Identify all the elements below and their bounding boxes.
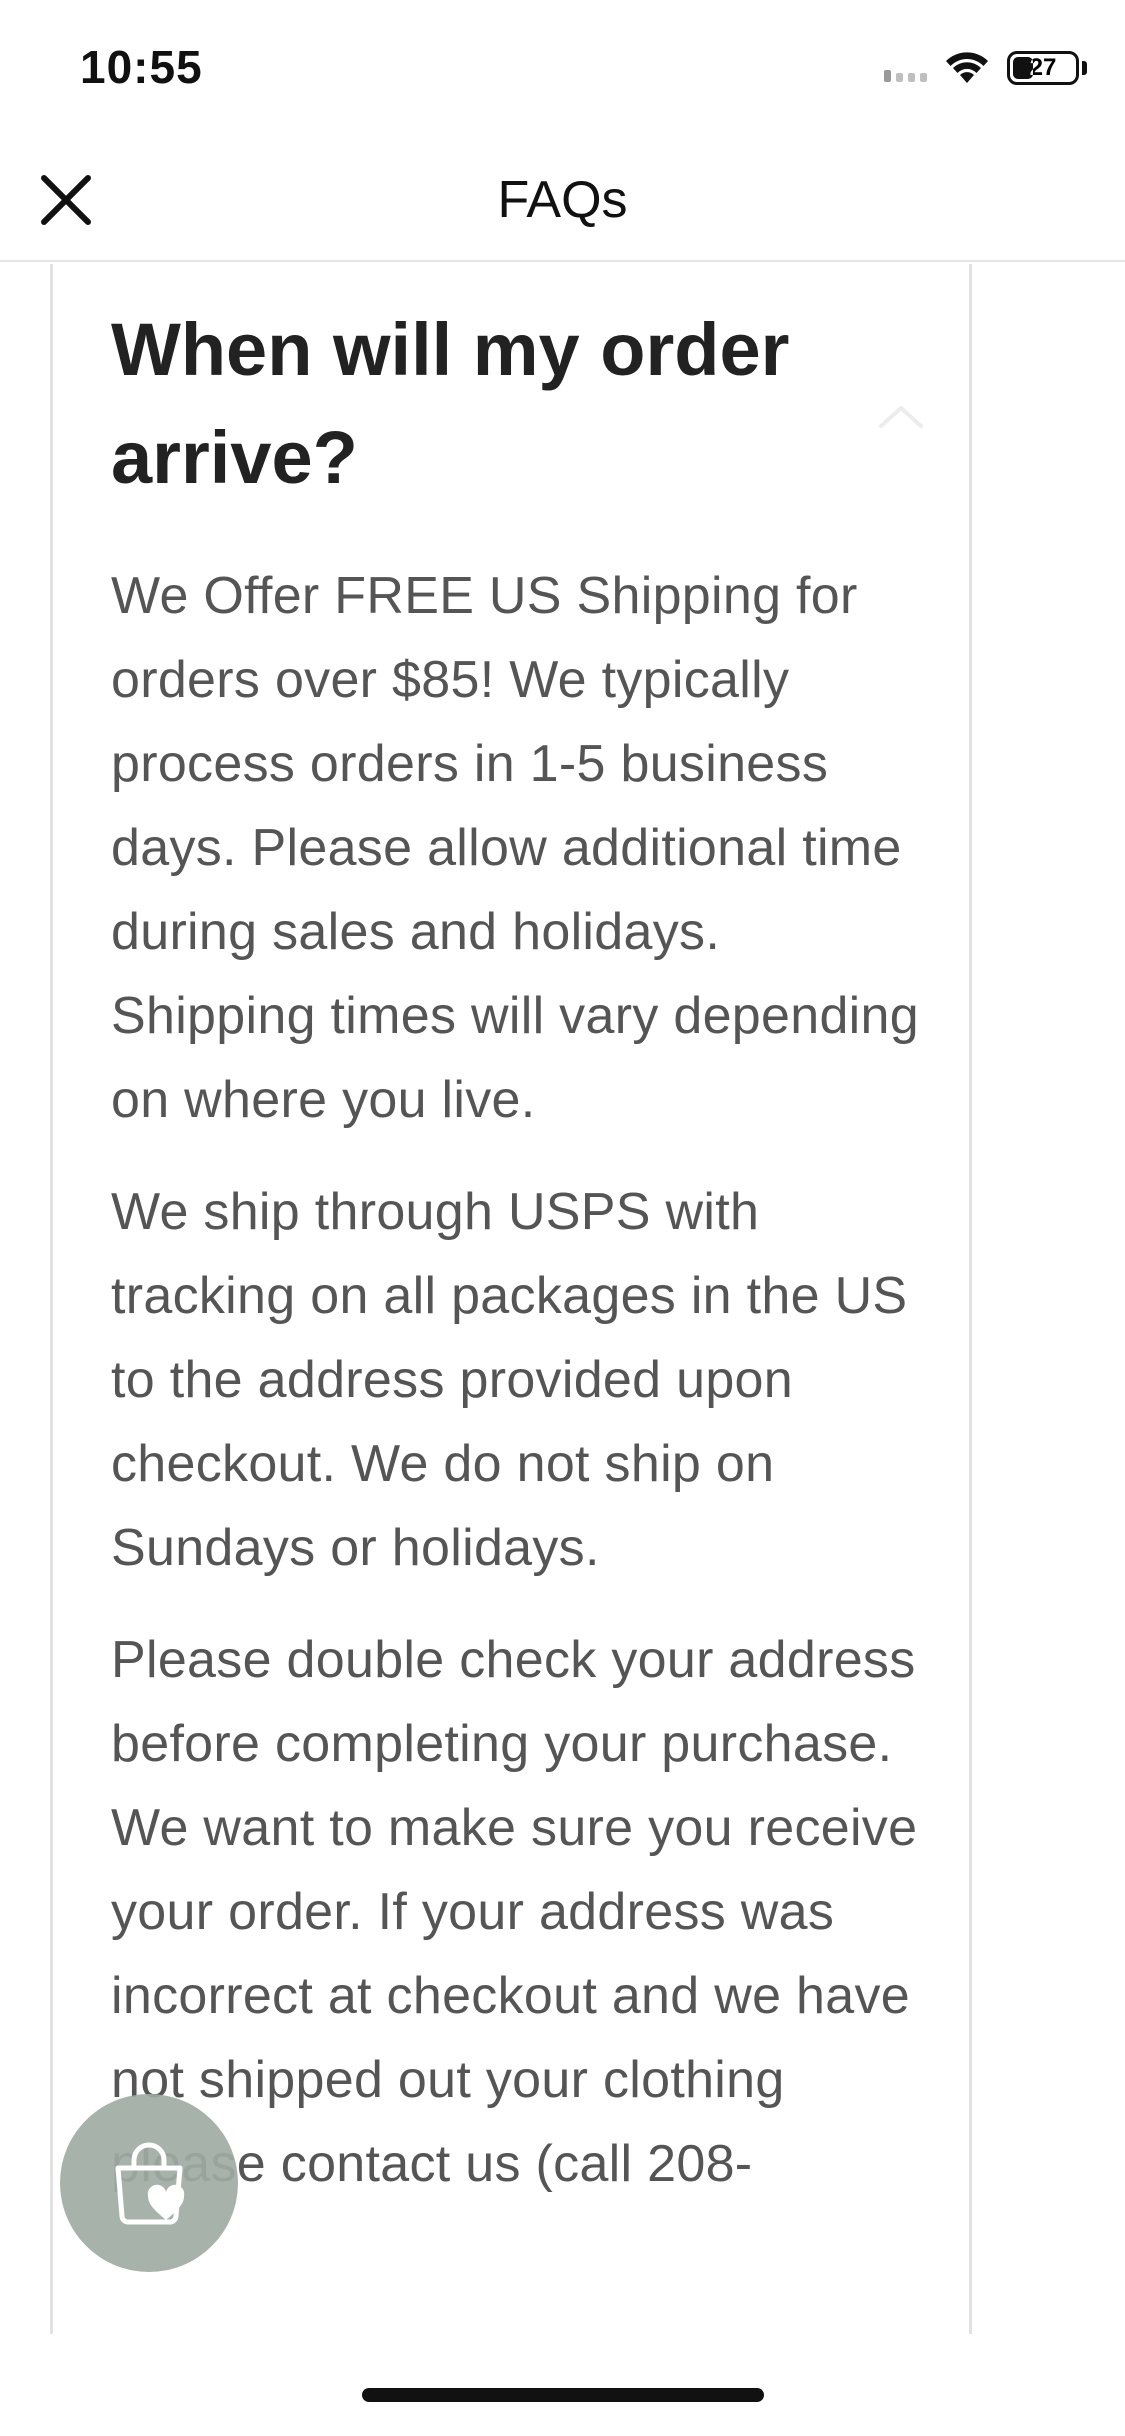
faq-answer: We Offer FREE US Shipping for orders ove… <box>111 554 931 2234</box>
faq-question-row[interactable]: When will my order arrive? <box>111 296 931 512</box>
faq-answer-paragraph: We Offer FREE US Shipping for orders ove… <box>111 567 919 1129</box>
faq-content[interactable]: When will my order arrive? We Offer FREE… <box>0 264 1125 2334</box>
bottom-bar <box>0 2334 1125 2436</box>
faq-answer-paragraph: We ship through USPS with tracking on al… <box>111 1183 908 1577</box>
wishlist-bag-button[interactable] <box>60 2094 238 2272</box>
chevron-up-icon[interactable] <box>871 396 931 436</box>
nav-header: FAQs <box>0 140 1125 262</box>
wifi-icon <box>946 52 988 83</box>
shopping-bag-heart-icon <box>115 2142 185 2225</box>
faq-answer-paragraph: Please double check your address before … <box>111 1631 918 2193</box>
status-time: 10:55 <box>80 41 203 93</box>
status-bar: 10:55 27 <box>0 0 1125 140</box>
home-indicator[interactable] <box>362 2388 764 2402</box>
faq-item: When will my order arrive? We Offer FREE… <box>50 264 972 2334</box>
battery-icon: 27 <box>1007 51 1087 85</box>
battery-level: 27 <box>1029 54 1057 81</box>
page-title: FAQs <box>497 171 628 229</box>
status-icons: 27 <box>884 48 1087 88</box>
faq-question: When will my order arrive? <box>111 308 790 499</box>
signal-icon <box>884 54 927 82</box>
